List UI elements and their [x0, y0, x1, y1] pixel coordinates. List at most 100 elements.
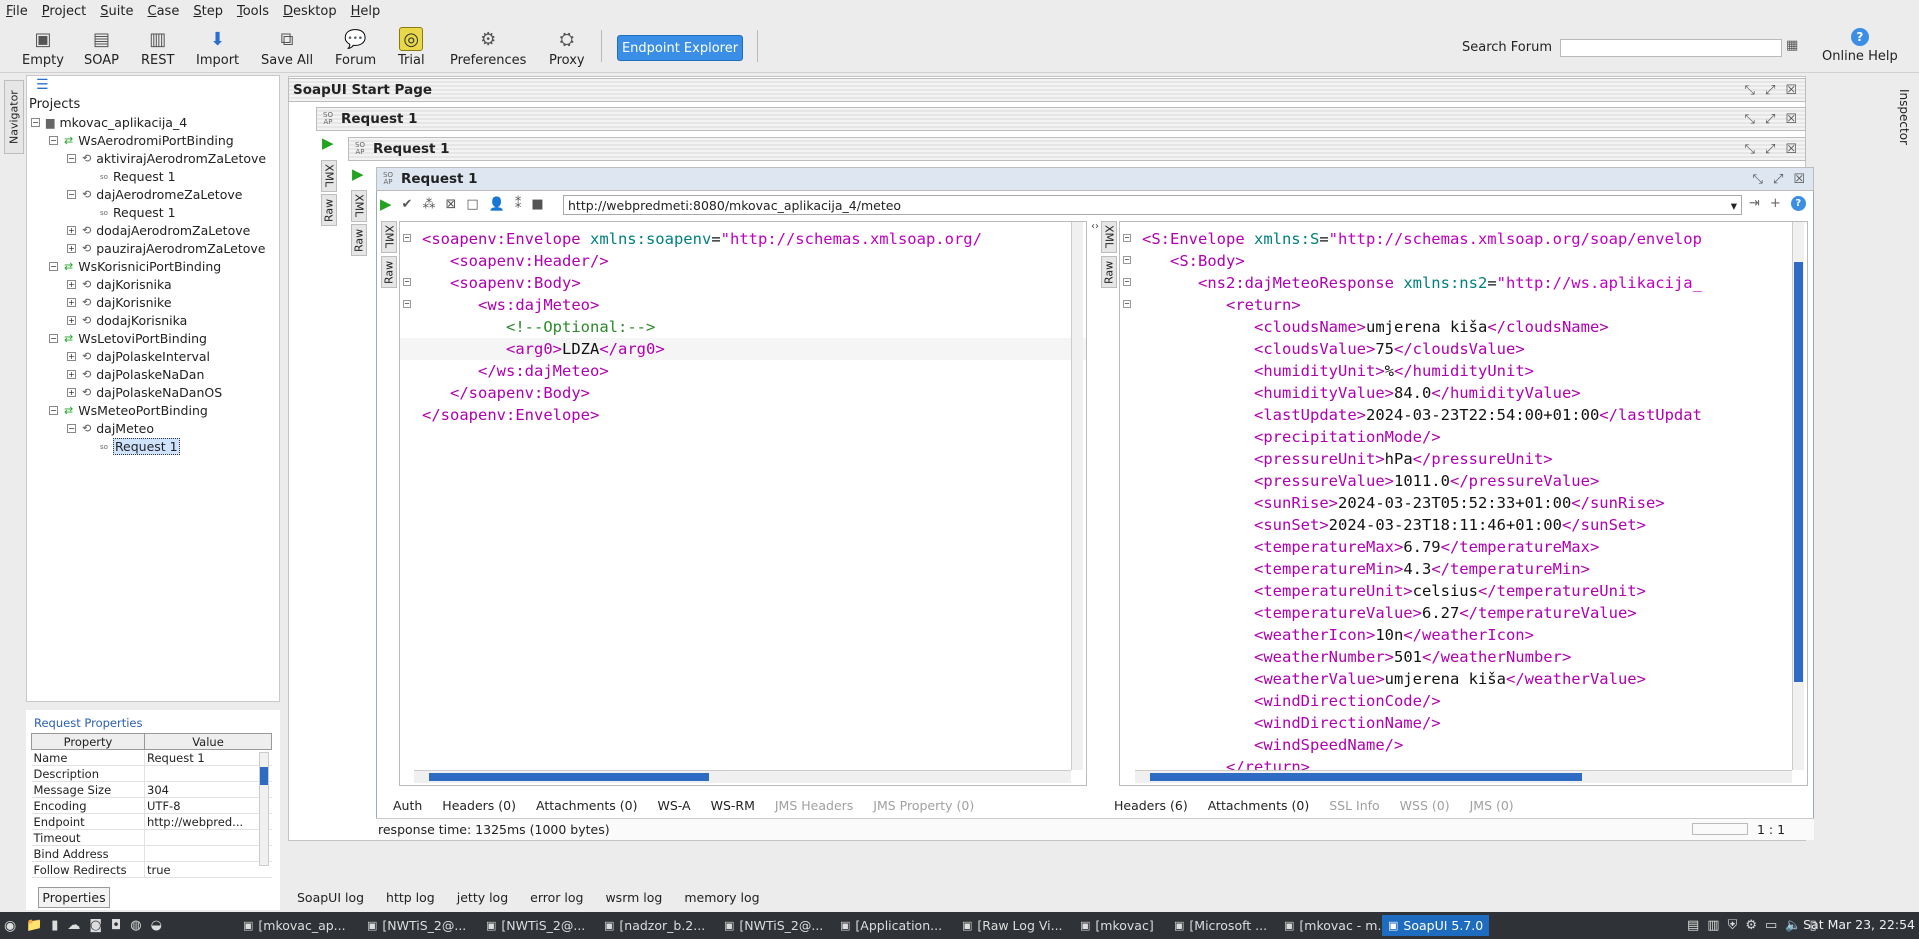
tree-item-op[interactable]: + ⟲ dodajKorisnika: [67, 312, 187, 329]
response-xml-editor[interactable]: − <S:Envelope xmlns:S="http://schemas.xml…: [1119, 221, 1808, 786]
log-tab[interactable]: memory log: [684, 890, 759, 905]
maximize-icon[interactable]: ⤢: [1765, 112, 1775, 127]
firefox-icon[interactable]: ◍: [130, 918, 141, 933]
menu-suite[interactable]: Suite: [100, 4, 133, 19]
taskbar-task[interactable]: ▣ SoapUI 5.7.0: [1382, 915, 1490, 936]
property-value[interactable]: Request 1: [144, 749, 272, 766]
tree-item-project[interactable]: − ▆ mkovac_aplikacija_4: [31, 114, 187, 131]
search-forum-input[interactable]: [1560, 39, 1782, 57]
tree-item-req[interactable]: so Request 1: [85, 438, 180, 455]
properties-scroll-thumb[interactable]: [260, 767, 268, 785]
editor-bottom-tab[interactable]: Headers (6): [1114, 798, 1188, 813]
tree-item-binding[interactable]: − ⇄ WsAerodromiPortBinding: [49, 132, 234, 149]
menu-step[interactable]: Step: [193, 4, 223, 19]
fold-toggle-icon[interactable]: −: [1123, 256, 1131, 264]
format-xml-icon[interactable]: ⊠: [445, 197, 456, 212]
request-xml-tab[interactable]: XML: [381, 221, 397, 253]
fold-toggle-icon[interactable]: −: [1123, 300, 1131, 308]
editor-bottom-tab[interactable]: WS-RM: [711, 798, 755, 813]
tree-item-req[interactable]: so Request 1: [85, 168, 176, 185]
minimize-icon[interactable]: ⤡: [1745, 83, 1755, 98]
taskbar-task[interactable]: ▣ [NWTiS_2@...: [724, 915, 823, 936]
editor-bottom-tab[interactable]: Headers (0): [442, 798, 516, 813]
tree-item-binding[interactable]: − ⇄ WsLetoviPortBinding: [49, 330, 207, 347]
property-value[interactable]: 304: [144, 781, 272, 798]
request-frame-1-titlebar[interactable]: SO AP Request 1 ⤡ ⤢ ☒: [316, 107, 1806, 131]
rest-button[interactable]: ▥ REST: [141, 27, 174, 69]
tree-toggle-icon[interactable]: −: [31, 118, 40, 127]
edit-endpoint-icon[interactable]: ⇥: [1749, 196, 1760, 214]
maximize-icon[interactable]: ⤢: [1765, 142, 1775, 157]
log-tab[interactable]: error log: [530, 890, 583, 905]
tree-item-op[interactable]: − ⟲ dajMeteo: [67, 420, 154, 437]
tree-toggle-icon[interactable]: −: [49, 406, 58, 415]
files-icon[interactable]: 📁: [26, 918, 42, 933]
tree-item-op[interactable]: − ⟲ dajAerodromeZaLetove: [67, 186, 242, 203]
editor-bottom-tab[interactable]: Attachments (0): [1208, 798, 1309, 813]
property-value[interactable]: true: [144, 861, 272, 878]
tree-toggle-icon[interactable]: +: [67, 226, 76, 235]
stop-icon[interactable]: ■: [531, 197, 543, 212]
volume-icon[interactable]: 🔈: [1785, 918, 1801, 933]
close-icon[interactable]: ☒: [1785, 112, 1797, 127]
request-horizontal-scrollbar[interactable]: [414, 770, 1071, 783]
fold-toggle-icon[interactable]: −: [1123, 234, 1131, 242]
request-xml-editor[interactable]: − <soapenv:Envelope xmlns:soapenv="http:/…: [399, 221, 1087, 786]
search-calendar-icon[interactable]: ▦: [1786, 38, 1798, 53]
tree-item-op[interactable]: + ⟲ dajPolaskeNaDanOS: [67, 384, 222, 401]
log-tab[interactable]: jetty log: [457, 890, 508, 905]
settings-icon[interactable]: ⁑: [515, 197, 522, 212]
system-menu-icon[interactable]: ◉: [4, 915, 16, 936]
menu-file[interactable]: File: [6, 4, 28, 19]
chevron-down-icon[interactable]: ▾: [1731, 198, 1737, 213]
add-endpoint-icon[interactable]: +: [1770, 196, 1781, 214]
request-frame-2-titlebar[interactable]: SO AP Request 1 ⤡ ⤢ ☒: [348, 137, 1806, 161]
property-value[interactable]: [144, 845, 272, 862]
request-raw-tab[interactable]: Raw: [381, 256, 397, 288]
notes-icon[interactable]: ▥: [1707, 918, 1719, 933]
taskbar-task[interactable]: ▣ [nadzor_b.2...: [604, 915, 705, 936]
maximize-icon[interactable]: ⤢: [1773, 172, 1783, 187]
taskbar-task[interactable]: ▣ [Microsoft ...: [1174, 915, 1267, 936]
minimize-icon[interactable]: ⤡: [1753, 172, 1763, 187]
tree-item-op[interactable]: + ⟲ dajPolaskeNaDan: [67, 366, 204, 383]
taskbar-task[interactable]: ▣ [NWTiS_2@...: [486, 915, 585, 936]
terminal-icon[interactable]: ▮: [51, 918, 58, 933]
close-icon[interactable]: ☒: [1793, 172, 1805, 187]
navigator-tab[interactable]: Navigator: [4, 80, 24, 154]
split-view-icon[interactable]: □: [466, 197, 478, 212]
response-raw-tab[interactable]: Raw: [1101, 256, 1117, 288]
menu-tools[interactable]: Tools: [237, 4, 269, 19]
xml-tab-2[interactable]: XML: [351, 190, 367, 222]
import-button[interactable]: ⬇ Import: [196, 27, 239, 69]
inspector-tab[interactable]: Inspector: [1893, 80, 1915, 154]
property-row[interactable]: Message Size 304: [31, 781, 272, 798]
network-icon[interactable]: ⚙: [1745, 918, 1757, 933]
close-icon[interactable]: ☒: [1785, 83, 1797, 98]
response-vertical-scrollbar[interactable]: [1792, 222, 1804, 770]
screenshot-icon[interactable]: ◙: [89, 918, 102, 933]
cloud-icon[interactable]: ☁: [67, 918, 80, 933]
property-row[interactable]: Encoding UTF-8: [31, 797, 272, 814]
response-xml-tab[interactable]: XML: [1101, 221, 1117, 253]
endpoint-explorer-button[interactable]: Endpoint Explorer: [617, 35, 743, 61]
taskbar-task[interactable]: ▣ [Raw Log Vi...: [962, 915, 1063, 936]
log-tab[interactable]: http log: [386, 890, 435, 905]
submit-request-icon[interactable]: ▶: [380, 195, 392, 213]
taskbar-task[interactable]: ▣ [Application...: [840, 915, 942, 936]
xml-tab-1[interactable]: XML: [321, 160, 337, 192]
editor-bottom-tab[interactable]: Attachments (0): [536, 798, 637, 813]
run-request-2-icon[interactable]: ▶: [352, 165, 364, 183]
trial-button[interactable]: ◎ Trial: [398, 27, 425, 68]
tree-toggle-icon[interactable]: −: [67, 190, 76, 199]
save-all-button[interactable]: ⧉ Save All: [261, 27, 313, 69]
tree-item-op[interactable]: + ⟲ dajKorisnike: [67, 294, 172, 311]
property-row[interactable]: Name Request 1: [31, 749, 272, 766]
tree-toggle-icon[interactable]: +: [67, 370, 76, 379]
tree-toggle-icon[interactable]: +: [67, 352, 76, 361]
property-value[interactable]: UTF-8: [144, 797, 272, 814]
fold-toggle-icon[interactable]: −: [403, 300, 411, 308]
minimize-icon[interactable]: ⤡: [1745, 112, 1755, 127]
tree-item-op[interactable]: + ⟲ dodajAerodromZaLetove: [67, 222, 250, 239]
tree-toggle-icon[interactable]: −: [67, 424, 76, 433]
